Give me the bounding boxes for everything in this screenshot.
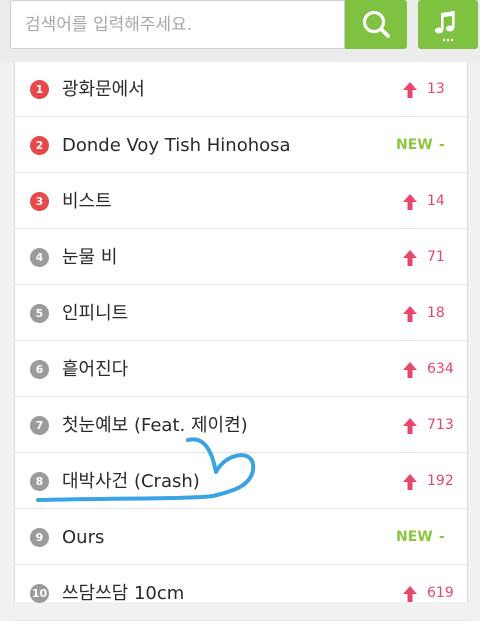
new-badge: NEW — [396, 137, 433, 153]
song-title: 눈물 비 — [62, 247, 118, 268]
up-arrow-icon — [403, 250, 417, 266]
rank-change: - — [439, 137, 445, 153]
new-badge: NEW — [396, 529, 433, 545]
rank-change: 13 — [427, 81, 445, 97]
rank-badge: 7 — [30, 416, 49, 435]
up-arrow-icon — [403, 418, 417, 434]
song-title: 인피니트 — [62, 303, 129, 324]
rank-change: 634 — [427, 361, 454, 377]
chart-row[interactable]: 8 대박사건 (Crash) 192 — [15, 454, 467, 509]
rank-badge: 5 — [30, 304, 49, 323]
up-arrow-icon — [403, 306, 417, 322]
chart-row[interactable]: 2 Donde Voy Tish Hinohosa NEW - — [15, 118, 467, 173]
rank-badge: 6 — [30, 360, 49, 379]
chart-list: 1 광화문에서 13 2 Donde Voy Tish Hinohosa NEW -3 비스트… — [14, 62, 468, 621]
music-button[interactable] — [418, 0, 478, 49]
up-arrow-icon — [403, 474, 417, 490]
rank-change: 71 — [427, 249, 445, 265]
song-title: Donde Voy Tish Hinohosa — [62, 135, 291, 156]
song-title: Ours — [62, 527, 105, 548]
rank-badge: 4 — [30, 248, 49, 267]
top-search-bar — [0, 0, 480, 62]
chart-row[interactable]: 6 흩어진다 634 — [15, 342, 467, 397]
song-title: 쓰담쓰담 10cm — [62, 583, 185, 604]
rank-change: 713 — [427, 417, 454, 433]
search-input[interactable] — [11, 1, 345, 48]
up-arrow-icon — [403, 586, 417, 602]
chart-row[interactable]: 4 눈물 비 71 — [15, 230, 467, 285]
chart-row[interactable]: 3 비스트 14 — [15, 174, 467, 229]
chart-row[interactable]: 7 첫눈예보 (Feat. 제이켠) 713 — [15, 398, 467, 453]
song-title: 광화문에서 — [62, 79, 145, 100]
rank-badge: 9 — [30, 528, 49, 547]
song-title: 대박사건 (Crash) — [62, 471, 200, 492]
rank-change: 14 — [427, 193, 445, 209]
music-note-icon — [435, 11, 455, 42]
up-arrow-icon — [403, 194, 417, 210]
rank-badge: 3 — [30, 192, 49, 211]
song-title: 첫눈예보 (Feat. 제이켠) — [62, 415, 248, 436]
search-button[interactable] — [345, 0, 407, 49]
search-icon — [362, 10, 390, 38]
rank-change: - — [439, 529, 445, 545]
rank-badge: 8 — [30, 472, 49, 491]
chart-row[interactable]: 1 광화문에서 13 — [15, 62, 467, 117]
song-title: 비스트 — [62, 191, 112, 212]
up-arrow-icon — [403, 362, 417, 378]
rank-change: 18 — [427, 305, 445, 321]
song-title: 흩어진다 — [62, 359, 129, 380]
chart-row[interactable]: 5 인피니트 18 — [15, 286, 467, 341]
rank-badge: 2 — [30, 136, 49, 155]
rank-change: 192 — [427, 473, 454, 489]
chart-row[interactable]: 10 쓰담쓰담 10cm 619 — [15, 566, 467, 621]
search-box[interactable] — [10, 0, 345, 49]
chart-row[interactable]: 9 Ours NEW - — [15, 510, 467, 565]
up-arrow-icon — [403, 82, 417, 98]
rank-badge: 10 — [30, 584, 49, 603]
rank-change: 619 — [427, 585, 454, 601]
rank-badge: 1 — [30, 80, 49, 99]
